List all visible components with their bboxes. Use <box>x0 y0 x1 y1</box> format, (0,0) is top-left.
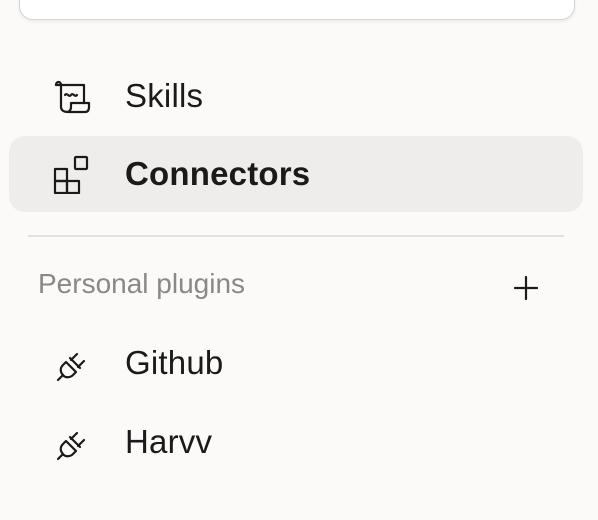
connectors-icon <box>51 154 91 194</box>
nav-item-connectors[interactable]: Connectors <box>9 136 583 212</box>
nav-item-label: Skills <box>125 77 204 114</box>
plugin-item-label: Harvv <box>125 423 213 460</box>
nav-item-skills[interactable]: Skills <box>9 58 583 134</box>
plus-icon <box>513 275 539 301</box>
plug-icon <box>53 424 93 464</box>
section-header-personal-plugins: Personal plugins <box>38 268 246 299</box>
plugin-item-harvv[interactable]: Harvv <box>9 409 583 479</box>
nav-item-label: Connectors <box>125 155 311 192</box>
top-card <box>19 0 575 20</box>
add-plugin-button[interactable] <box>508 270 544 306</box>
plug-icon <box>53 345 93 385</box>
plugin-item-github[interactable]: Github <box>9 330 583 400</box>
scroll-icon <box>51 76 91 116</box>
divider <box>28 235 564 237</box>
plugin-item-label: Github <box>125 344 224 381</box>
